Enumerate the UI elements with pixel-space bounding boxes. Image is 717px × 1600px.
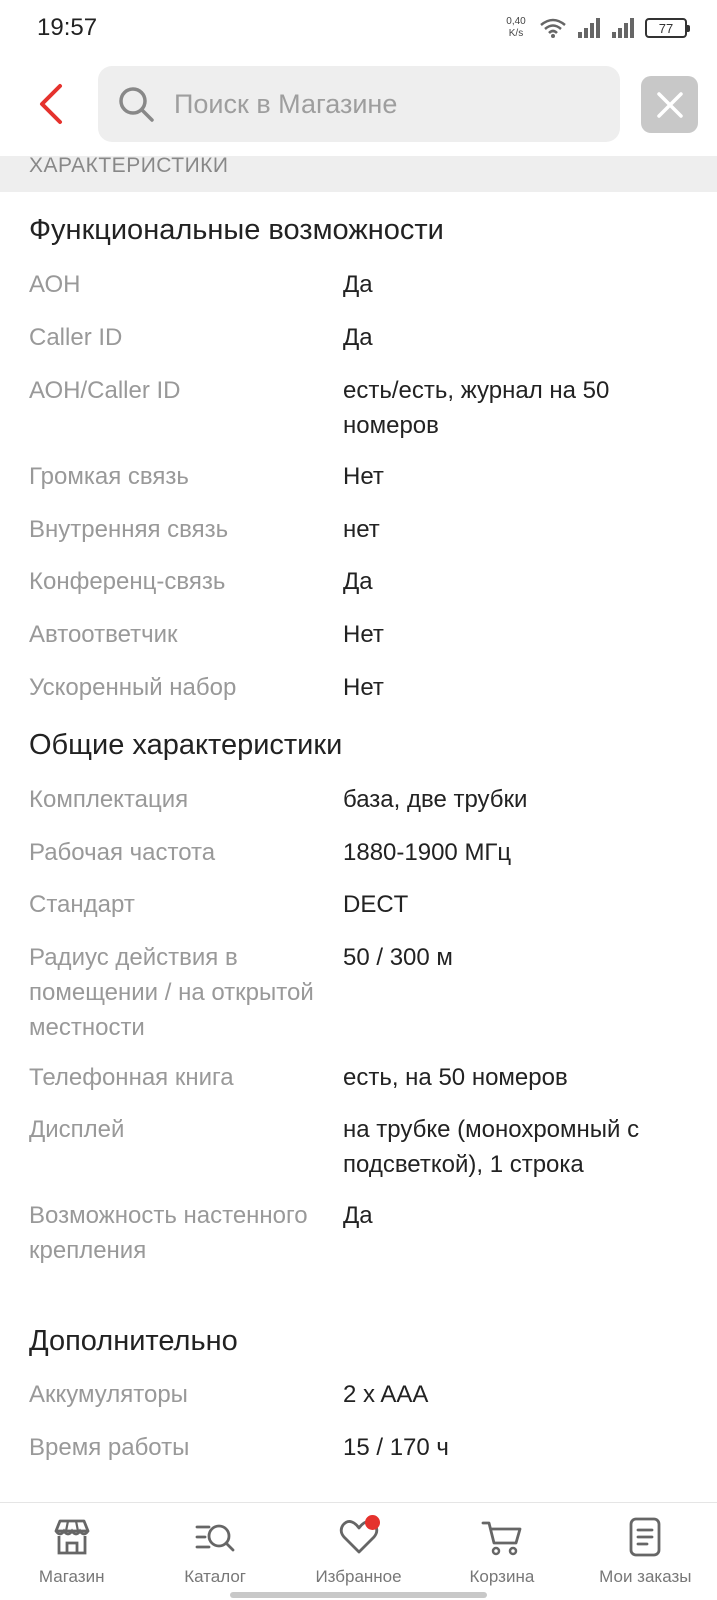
- spec-value: Да: [343, 271, 373, 298]
- close-search-button[interactable]: [641, 76, 698, 133]
- spec-value: Нет: [343, 621, 384, 648]
- status-time: 19:57: [37, 14, 98, 41]
- spec-label: Радиус действия в помещении / на открыто…: [29, 944, 314, 1041]
- spec-label: АОН/Caller ID: [29, 377, 181, 404]
- spec-label: Дисплей: [29, 1116, 125, 1143]
- nav-label: Каталог: [184, 1567, 247, 1586]
- group-title: Функциональные возможности: [29, 214, 444, 246]
- spec-value: DECT: [343, 891, 409, 918]
- signal-icon-2: [612, 18, 634, 38]
- spec-value: база, две трубки: [343, 786, 528, 813]
- nav-item-orders[interactable]: Мои заказы: [574, 1503, 717, 1600]
- spec-value: Нет: [343, 463, 384, 490]
- spec-label: Рабочая частота: [29, 839, 216, 866]
- search-box[interactable]: [98, 66, 620, 142]
- search-header: [0, 56, 717, 156]
- status-icons: 0,40 K/s 77: [503, 12, 690, 44]
- spec-label: Аккумуляторы: [29, 1381, 188, 1408]
- home-indicator: [230, 1592, 487, 1598]
- search-icon: [119, 87, 154, 122]
- spec-value: Да: [343, 324, 373, 351]
- spec-label: Ускоренный набор: [29, 674, 237, 701]
- nav-item-catalog[interactable]: Каталог: [143, 1503, 286, 1600]
- signal-icon: [578, 18, 600, 38]
- nav-label: Мои заказы: [599, 1567, 692, 1586]
- spec-label: Автоответчик: [29, 621, 178, 648]
- search-input[interactable]: [174, 88, 594, 120]
- section-header: ХАРАКТЕРИСТИКИ: [0, 156, 717, 192]
- nav-label: Избранное: [315, 1567, 402, 1586]
- network-speed: 0,40 K/s: [506, 16, 526, 39]
- spec-label: Caller ID: [29, 324, 123, 351]
- spec-label: Время работы: [29, 1434, 190, 1461]
- catalog-search-icon: [195, 1524, 235, 1552]
- close-icon: [656, 91, 683, 118]
- spec-label: АОН: [29, 271, 81, 298]
- spec-label: Громкая связь: [29, 463, 189, 490]
- spec-value: Да: [343, 1202, 373, 1229]
- spec-label: Возможность настенного крепления: [29, 1202, 308, 1264]
- group-title: Дополнительно: [29, 1325, 238, 1357]
- spec-label: Конференц-связь: [29, 568, 226, 595]
- chevron-left-icon: [40, 84, 62, 124]
- store-icon: [54, 1519, 90, 1555]
- spec-value: на трубке (монохромный с подсветкой), 1 …: [343, 1116, 640, 1178]
- back-button[interactable]: [30, 78, 72, 128]
- section-label: ХАРАКТЕРИСТИКИ: [29, 156, 229, 177]
- spec-value: 1880-1900 МГц: [343, 839, 512, 866]
- spec-value: есть/есть, журнал на 50 номеров: [343, 377, 610, 439]
- status-bar: 19:57 0,40 K/s 77: [0, 0, 717, 56]
- spec-value: Да: [343, 568, 373, 595]
- wifi-icon: [540, 18, 566, 38]
- orders-icon: [629, 1517, 661, 1557]
- spec-value: 15 / 170 ч: [343, 1434, 449, 1461]
- nav-item-favorites[interactable]: Избранное: [287, 1503, 430, 1600]
- spec-value: 2 x AAA: [343, 1381, 429, 1408]
- spec-value: Нет: [343, 674, 384, 701]
- nav-item-cart[interactable]: Корзина: [430, 1503, 573, 1600]
- spec-label: Стандарт: [29, 891, 135, 918]
- bottom-navigation: Магазин Каталог Избранное Корзина Мои за…: [0, 1502, 717, 1600]
- spec-label: Телефонная книга: [29, 1064, 234, 1091]
- spec-value: есть, на 50 номеров: [343, 1064, 568, 1091]
- spec-label: Внутренняя связь: [29, 516, 229, 543]
- group-title: Общие характеристики: [29, 729, 343, 761]
- notification-dot: [364, 1515, 380, 1530]
- spec-label: Комплектация: [29, 786, 189, 813]
- nav-label: Магазин: [38, 1567, 105, 1586]
- nav-label: Корзина: [469, 1567, 535, 1586]
- cart-icon: [481, 1521, 522, 1556]
- spec-value: 50 / 300 м: [343, 944, 453, 971]
- nav-item-store[interactable]: Магазин: [0, 1503, 143, 1600]
- battery-icon: 77: [645, 18, 690, 38]
- spec-value: нет: [343, 516, 380, 543]
